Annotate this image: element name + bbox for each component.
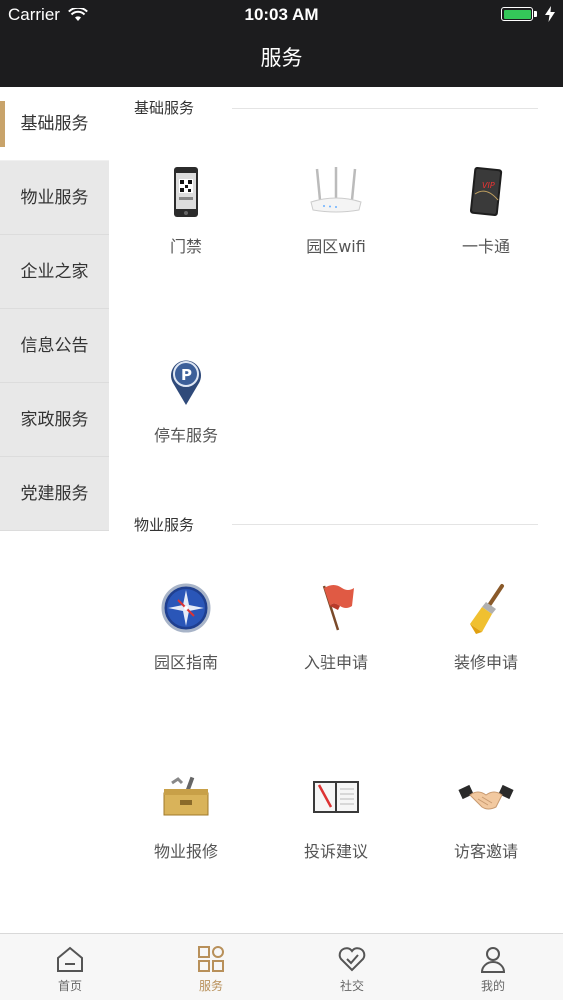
status-bar: Carrier 10:03 AM [0, 0, 563, 30]
user-icon [480, 947, 506, 973]
service-label: 物业报修 [153, 842, 218, 861]
toolbox-icon [163, 776, 209, 816]
paint-brush-icon [470, 584, 504, 634]
compass-icon [161, 583, 211, 633]
clock: 10:03 AM [244, 5, 319, 24]
navigation-bar: 服务 [0, 30, 563, 87]
sidebar-item-party-building[interactable]: 党建服务 [0, 457, 109, 531]
service-label: 投诉建议 [303, 842, 368, 861]
handshake-icon [458, 784, 514, 810]
notebook-icon [313, 781, 359, 813]
service-content: 基础服务 门禁 园区wifi VIP 一卡通 P 停车服务 物业服务 园区指南 … [109, 87, 563, 933]
service-renovation-application[interactable]: 装修申请 [411, 580, 561, 673]
service-park-wifi[interactable]: 园区wifi [261, 164, 411, 257]
service-label: 门禁 [169, 237, 202, 256]
category-sidebar: 基础服务 物业服务 企业之家 信息公告 家政服务 党建服务 [0, 87, 109, 531]
sidebar-item-label: 信息公告 [20, 336, 89, 356]
service-one-card[interactable]: VIP 一卡通 [411, 164, 561, 257]
service-park-guide[interactable]: 园区指南 [111, 580, 261, 673]
svg-text:P: P [181, 366, 192, 384]
service-move-in-application[interactable]: 入驻申请 [261, 580, 411, 673]
service-label: 园区wifi [306, 237, 366, 256]
router-icon [310, 167, 362, 213]
sidebar-item-label: 物业服务 [20, 188, 89, 208]
service-label: 一卡通 [461, 237, 510, 256]
service-label: 访客邀请 [453, 842, 518, 861]
tab-social[interactable]: 社交 [282, 934, 422, 1000]
service-property-repair[interactable]: 物业报修 [111, 769, 261, 862]
service-complaint-suggestion[interactable]: 投诉建议 [261, 769, 411, 862]
charging-bolt-icon [545, 6, 555, 22]
tab-profile[interactable]: 我的 [423, 934, 563, 1000]
service-label: 装修申请 [453, 653, 518, 672]
service-access-control[interactable]: 门禁 [111, 164, 261, 257]
sidebar-item-label: 家政服务 [20, 410, 89, 430]
service-label: 园区指南 [153, 653, 218, 672]
sidebar-item-property-services[interactable]: 物业服务 [0, 161, 109, 235]
tab-label: 服务 [198, 979, 223, 993]
sidebar-item-announcements[interactable]: 信息公告 [0, 309, 109, 383]
service-label: 停车服务 [153, 426, 218, 445]
section-title-property: 物业服务 [134, 516, 195, 534]
parking-pin-icon: P [171, 360, 201, 405]
svg-text:VIP: VIP [482, 181, 495, 190]
tab-home[interactable]: 首页 [0, 934, 140, 1000]
sidebar-item-label: 党建服务 [20, 484, 89, 504]
service-label: 入驻申请 [303, 653, 368, 672]
tab-label: 我的 [480, 979, 505, 993]
section-divider [232, 524, 538, 525]
page-title: 服务 [260, 46, 303, 70]
tab-services[interactable]: 服务 [141, 934, 281, 1000]
battery-tip [534, 11, 537, 17]
bottom-tab-bar: 首页 服务 社交 我的 [0, 933, 563, 1000]
sidebar-item-enterprise-home[interactable]: 企业之家 [0, 235, 109, 309]
home-icon [57, 946, 83, 972]
sidebar-item-basic-services[interactable]: 基础服务 [0, 87, 109, 161]
battery-icon [501, 7, 533, 21]
service-parking[interactable]: P 停车服务 [111, 353, 261, 446]
grid-icon [198, 946, 224, 972]
sidebar-item-label: 企业之家 [20, 262, 89, 282]
section-divider [232, 108, 538, 109]
phone-qr-icon [174, 167, 198, 217]
flag-icon [322, 585, 354, 631]
section-title-basic: 基础服务 [134, 99, 195, 117]
heart-check-icon [338, 947, 366, 972]
tab-label: 社交 [339, 979, 364, 993]
vip-card-icon: VIP [469, 166, 503, 217]
tab-label: 首页 [57, 979, 82, 993]
sidebar-item-label: 基础服务 [20, 114, 89, 134]
service-visitor-invitation[interactable]: 访客邀请 [411, 769, 561, 862]
sidebar-item-housekeeping[interactable]: 家政服务 [0, 383, 109, 457]
